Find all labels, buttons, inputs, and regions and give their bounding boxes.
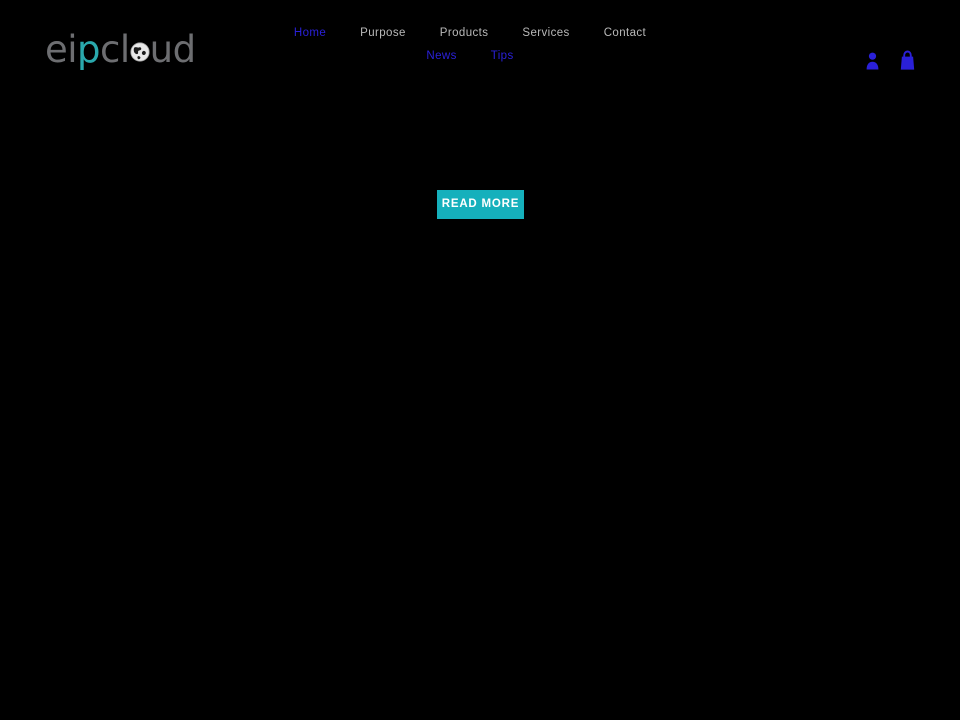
header-icon-group xyxy=(864,50,916,71)
hero-section: READ MORE xyxy=(0,92,960,720)
user-account-icon[interactable] xyxy=(864,50,881,71)
read-more-button[interactable]: READ MORE xyxy=(437,190,524,219)
nav-item-news[interactable]: News xyxy=(409,50,473,63)
logo-segment-p: p xyxy=(77,27,101,71)
nav-item-purpose[interactable]: Purpose xyxy=(343,27,423,40)
logo-segment-ud: ud xyxy=(149,27,196,71)
nav-item-products[interactable]: Products xyxy=(423,27,506,40)
main-navigation: Home Purpose Products Services Contact N… xyxy=(260,27,680,63)
logo-segment-cl: cl xyxy=(100,27,130,71)
logo-segment-ei: ei xyxy=(45,27,78,71)
nav-item-tips[interactable]: Tips xyxy=(474,50,531,63)
nav-item-contact[interactable]: Contact xyxy=(587,27,663,40)
nav-row-secondary: News Tips xyxy=(260,50,680,63)
globe-icon xyxy=(130,42,150,62)
site-logo[interactable]: ei p cl ud xyxy=(45,28,196,70)
nav-item-home[interactable]: Home xyxy=(277,27,343,40)
logo-wordmark: ei p cl ud xyxy=(45,31,196,68)
nav-row-primary: Home Purpose Products Services Contact xyxy=(260,27,680,40)
nav-item-services[interactable]: Services xyxy=(505,27,586,40)
site-header: ei p cl ud Home Purpose Products Service… xyxy=(0,0,960,92)
shopping-bag-icon[interactable] xyxy=(899,50,916,71)
